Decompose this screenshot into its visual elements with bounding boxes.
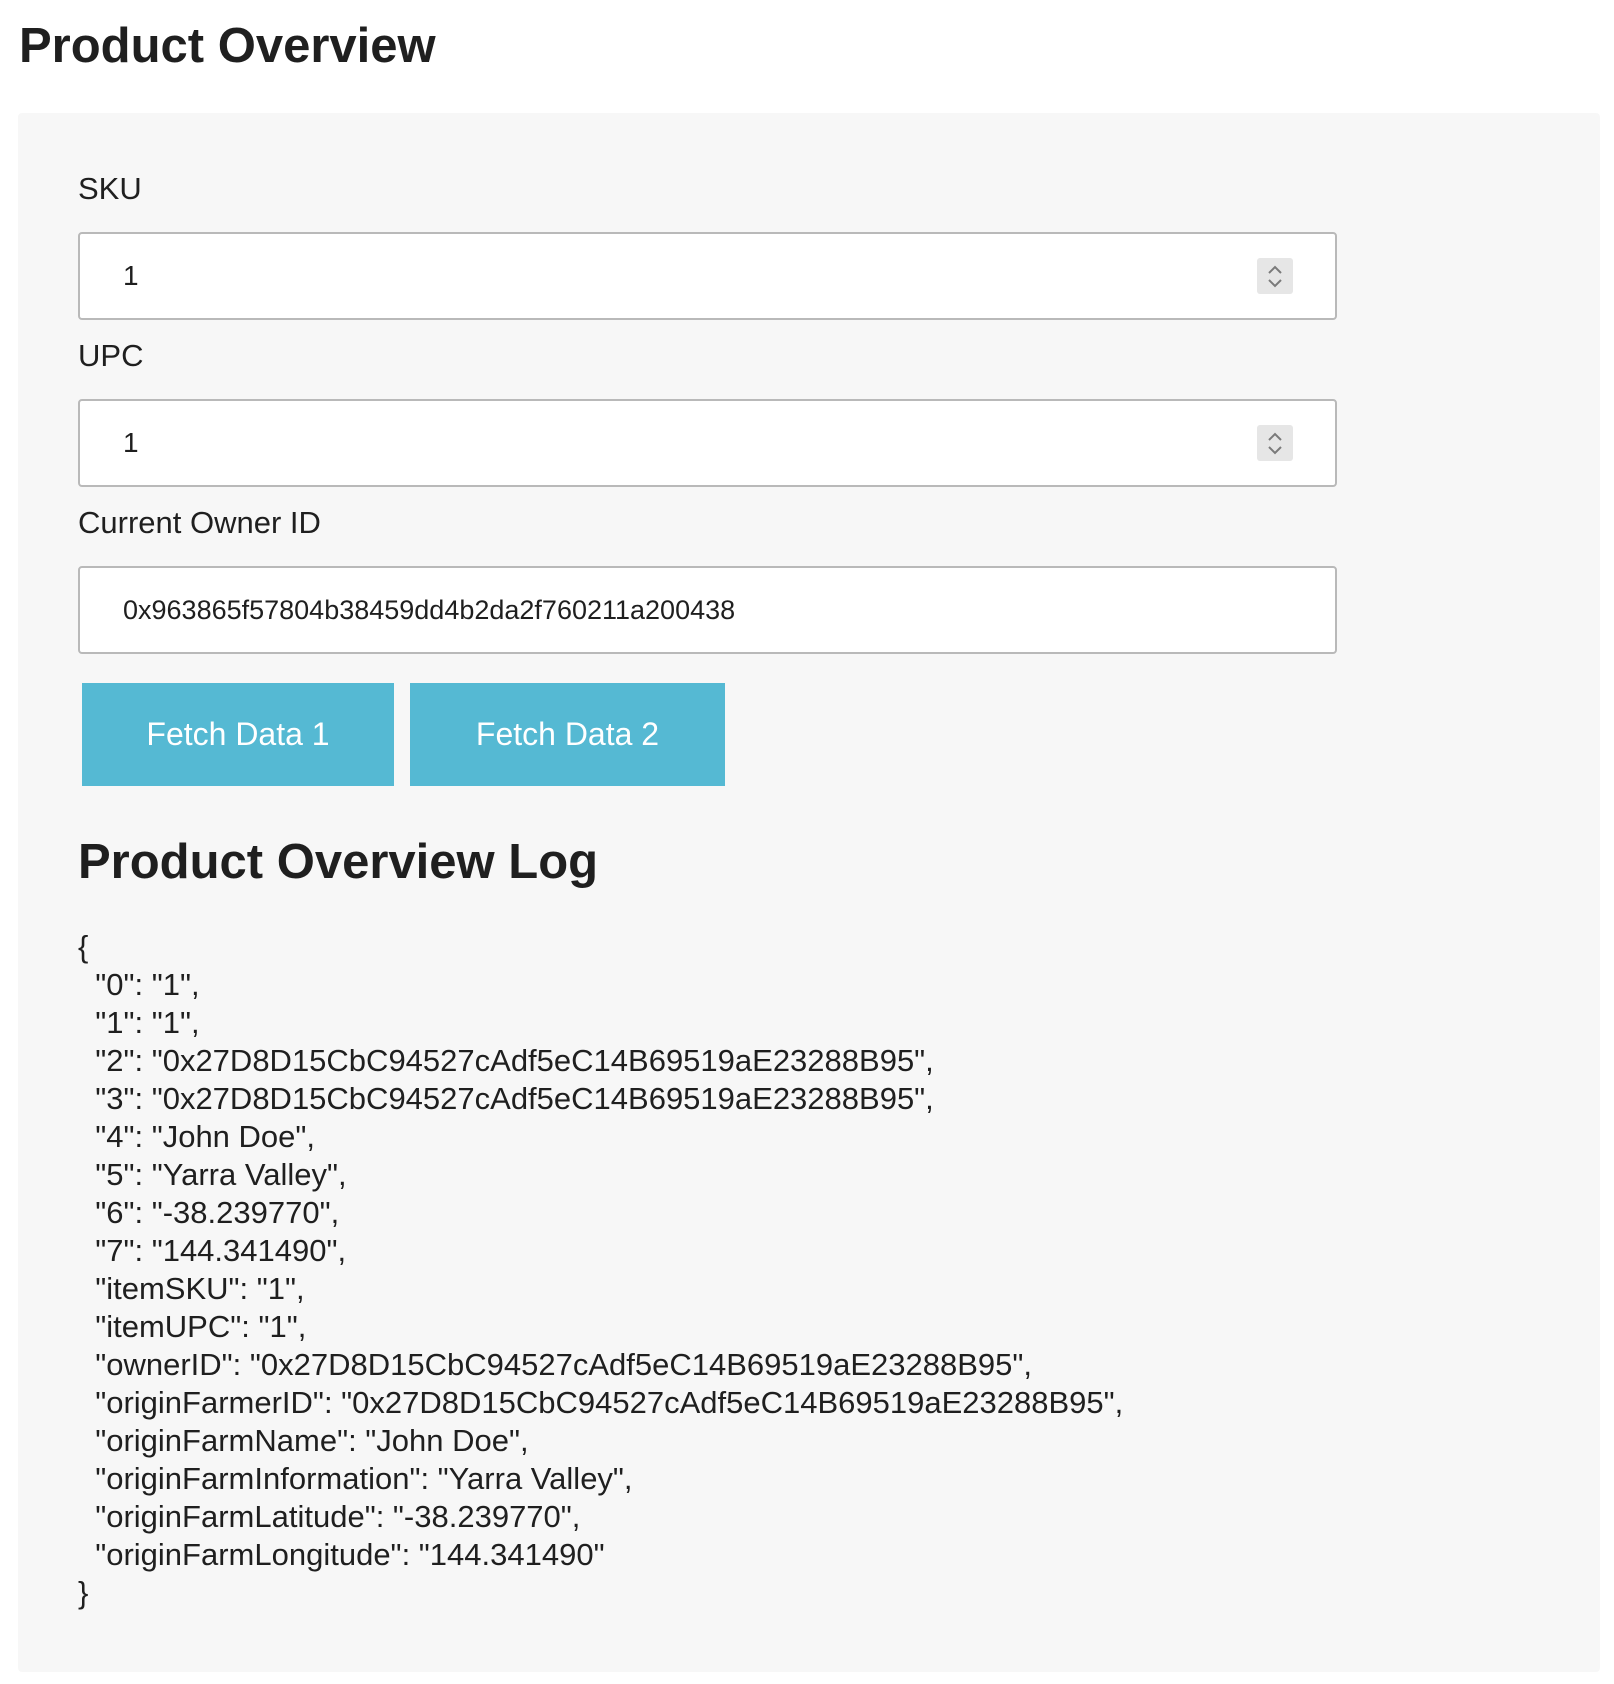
fetch-data-2-button[interactable]: Fetch Data 2 bbox=[410, 683, 725, 786]
sku-input[interactable]: 1 bbox=[78, 232, 1337, 320]
product-overview-panel: SKU 1 UPC 1 Current Owner ID 0x963865f57… bbox=[18, 113, 1600, 1672]
upc-stepper-icon[interactable] bbox=[1257, 425, 1293, 461]
sku-label: SKU bbox=[78, 171, 142, 206]
sku-stepper-icon[interactable] bbox=[1257, 258, 1293, 294]
owner-id-value: 0x963865f57804b38459dd4b2da2f760211a2004… bbox=[123, 595, 736, 625]
upc-input[interactable]: 1 bbox=[78, 399, 1337, 487]
log-title: Product Overview Log bbox=[78, 835, 599, 889]
upc-value: 1 bbox=[123, 427, 139, 458]
page-title: Product Overview bbox=[19, 19, 436, 73]
fetch-data-1-button[interactable]: Fetch Data 1 bbox=[82, 683, 394, 786]
owner-id-input[interactable]: 0x963865f57804b38459dd4b2da2f760211a2004… bbox=[78, 566, 1337, 654]
log-output: { "0": "1", "1": "1", "2": "0x27D8D15CbC… bbox=[78, 929, 1124, 1610]
owner-id-label: Current Owner ID bbox=[78, 505, 321, 540]
upc-label: UPC bbox=[78, 338, 144, 373]
sku-value: 1 bbox=[123, 260, 139, 291]
